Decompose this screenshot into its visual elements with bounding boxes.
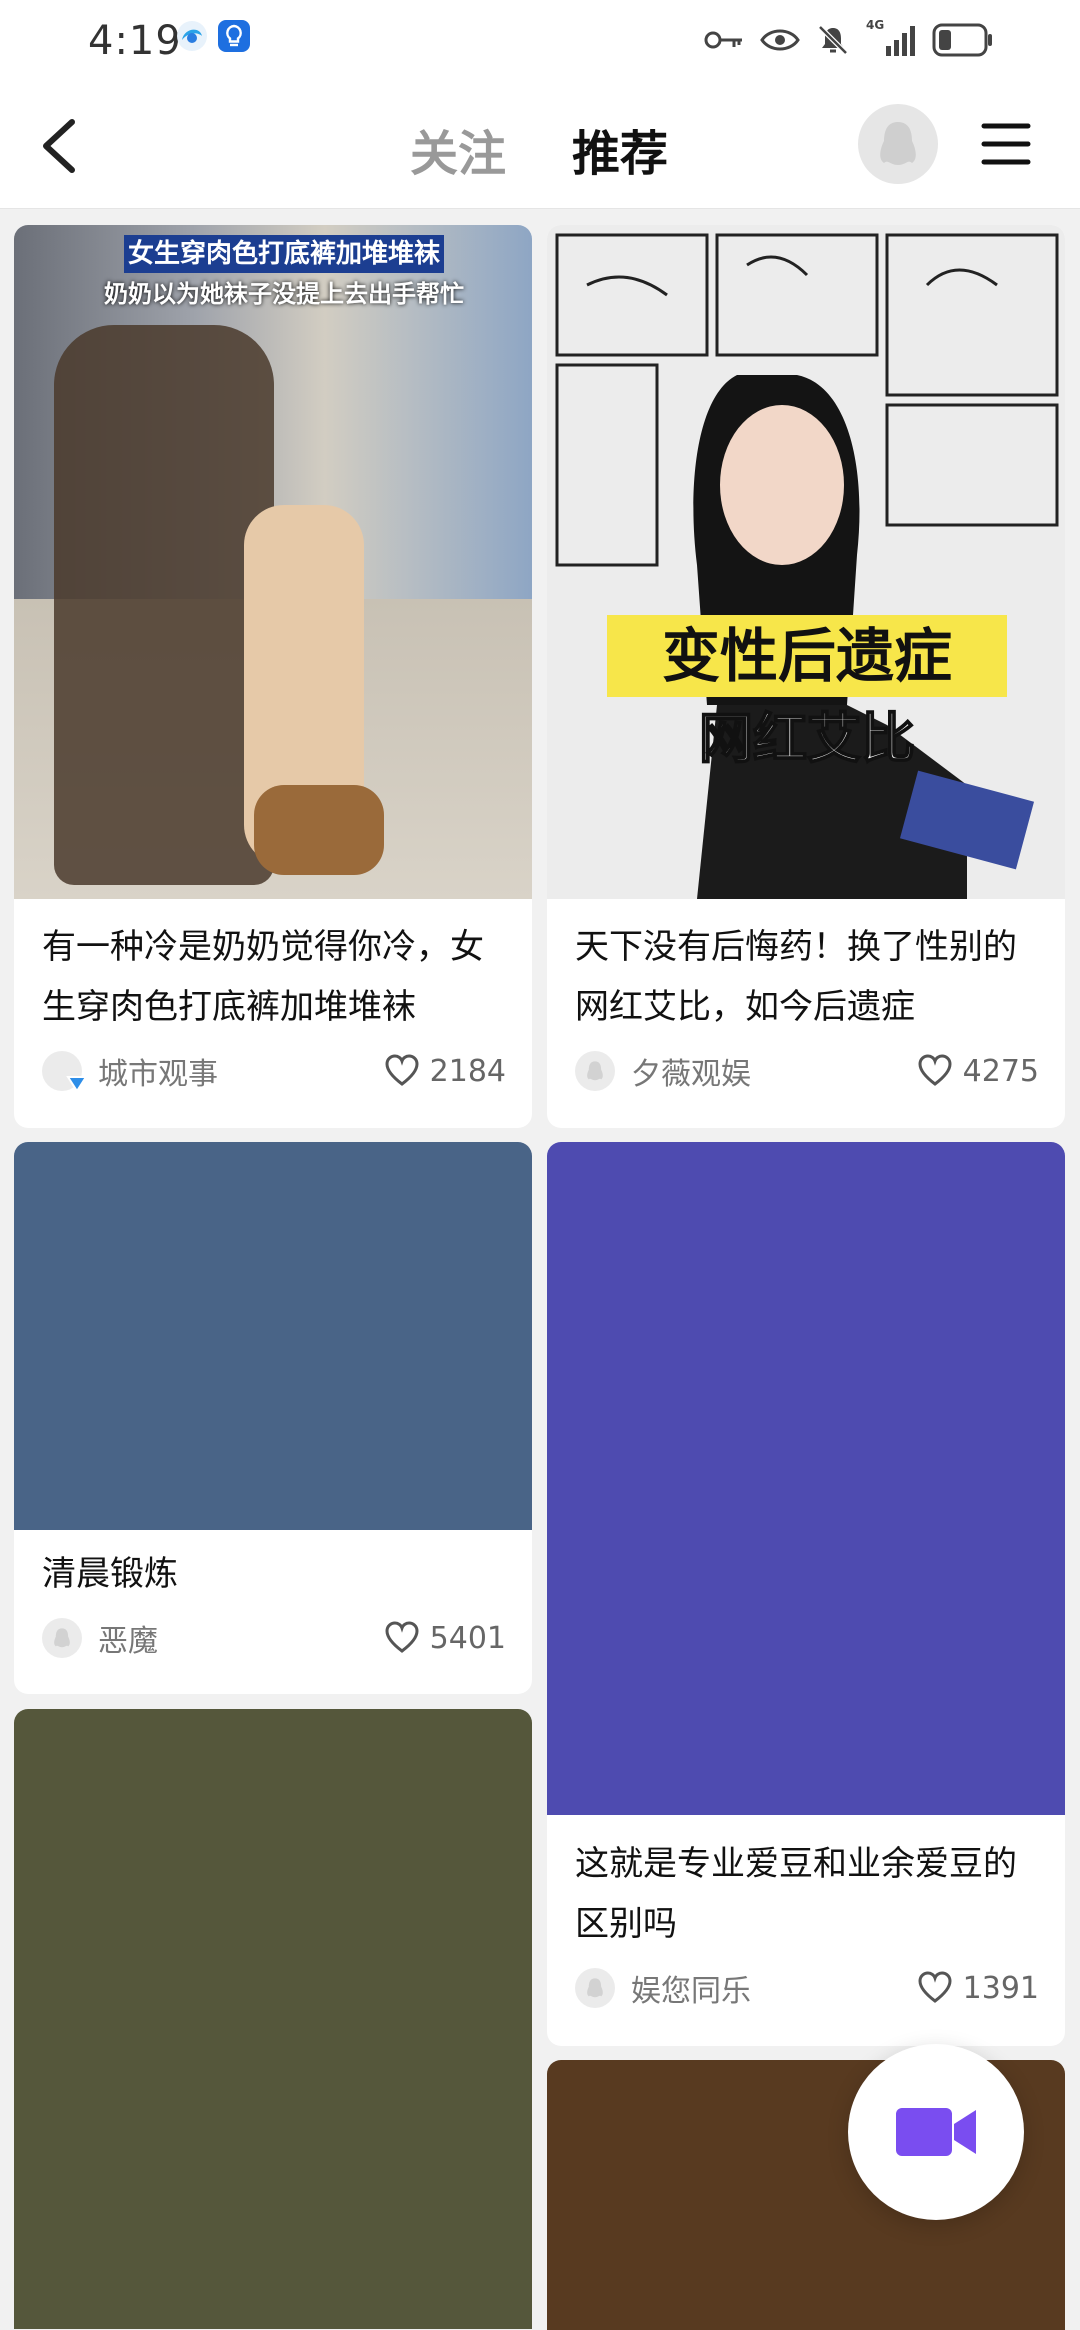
record-video-button[interactable]: [848, 2044, 1024, 2220]
user-avatar[interactable]: [858, 104, 938, 184]
feed-card[interactable]: 变性后遗症 网红艾比 天下没有后悔药！换了性别的网红艾比，如今后遗症 夕薇观娱 …: [547, 225, 1065, 1128]
author-avatar: [42, 1051, 88, 1093]
status-time: 4:19: [88, 18, 182, 64]
feed-card[interactable]: 清晨锻炼 恶魔 5401: [14, 1142, 532, 1694]
tab-follow[interactable]: 关注: [410, 114, 506, 184]
key-icon: [704, 31, 742, 49]
thumbnail-caption: 奶奶以为她袜子没提上去出手帮忙: [104, 280, 464, 308]
manga-background: [555, 233, 1059, 899]
author-name: 夕薇观娱: [631, 1057, 751, 1092]
heart-icon[interactable]: [917, 1970, 953, 2006]
cellular-signal-icon: 4G: [866, 18, 916, 58]
card-meta: 娱您同乐 1391: [575, 1966, 1039, 2010]
author-avatar: [575, 1051, 615, 1091]
feed-card[interactable]: 女生穿肉色打底裤加堆堆袜 奶奶以为她袜子没提上去出手帮忙 有一种冷是奶奶觉得你冷…: [14, 225, 532, 1128]
feed-card[interactable]: 这就是专业爱豆和业余爱豆的区别吗 娱您同乐 1391: [547, 1142, 1065, 2046]
menu-icon[interactable]: [980, 118, 1032, 170]
author-avatar: [42, 1618, 82, 1658]
thumbnail-caption: 网红艾比: [698, 706, 916, 771]
like-count: 1391: [962, 1970, 1039, 2006]
video-camera-icon: [896, 2108, 976, 2156]
heart-icon[interactable]: [384, 1620, 420, 1656]
heart-icon[interactable]: [384, 1053, 420, 1089]
default-avatar-icon: [54, 1628, 70, 1648]
thumbnail-caption: 变性后遗症: [661, 622, 952, 690]
video-thumbnail[interactable]: [14, 1142, 532, 1530]
back-arrow-icon[interactable]: [36, 110, 92, 182]
author-name: 娱您同乐: [631, 1974, 751, 2009]
user-avatar-icon: [880, 122, 916, 165]
default-avatar-icon: [587, 1061, 603, 1081]
eye-icon: [760, 29, 800, 51]
verified-icon: [66, 1076, 88, 1093]
author-name: 恶魔: [98, 1624, 158, 1659]
card-title: 天下没有后悔药！换了性别的网红艾比，如今后遗症: [575, 927, 1017, 1027]
card-meta: 恶魔 5401: [42, 1616, 506, 1660]
like-count: 4275: [962, 1053, 1039, 1089]
video-thumbnail[interactable]: [14, 1709, 532, 2329]
card-meta: 夕薇观娱 4275: [575, 1049, 1039, 1093]
card-title: 有一种冷是奶奶觉得你冷，女生穿肉色打底裤加堆堆袜: [42, 927, 484, 1027]
card-meta: 城市观事 2184: [42, 1049, 506, 1093]
heart-icon[interactable]: [917, 1053, 953, 1089]
feed-card[interactable]: [14, 1709, 532, 2329]
card-title: 这就是专业爱豆和业余爱豆的区别吗: [575, 1844, 1017, 1944]
tips-notification-icon: [218, 20, 250, 52]
video-thumbnail[interactable]: 变性后遗症 网红艾比: [547, 225, 1065, 899]
default-avatar-icon: [587, 1978, 603, 1998]
like-count: 2184: [429, 1053, 506, 1089]
card-title: 清晨锻炼: [42, 1554, 178, 1594]
top-navigation: 关注 推荐: [0, 84, 1080, 209]
battery-icon: [932, 23, 992, 57]
thumbnail-caption: 女生穿肉色打底裤加堆堆袜: [127, 239, 440, 269]
tab-recommend[interactable]: 推荐: [572, 114, 668, 184]
video-thumbnail[interactable]: 女生穿肉色打底裤加堆堆袜 奶奶以为她袜子没提上去出手帮忙: [14, 225, 532, 899]
author-name: 城市观事: [98, 1057, 218, 1092]
status-icons: 4G: [704, 18, 994, 62]
like-count: 5401: [429, 1620, 506, 1656]
mute-bell-icon: [818, 25, 848, 55]
browser-notification-icon: [177, 21, 207, 51]
status-bar: 4:19 4G: [0, 0, 1080, 84]
video-thumbnail[interactable]: [547, 1142, 1065, 1815]
author-avatar: [575, 1968, 615, 2008]
